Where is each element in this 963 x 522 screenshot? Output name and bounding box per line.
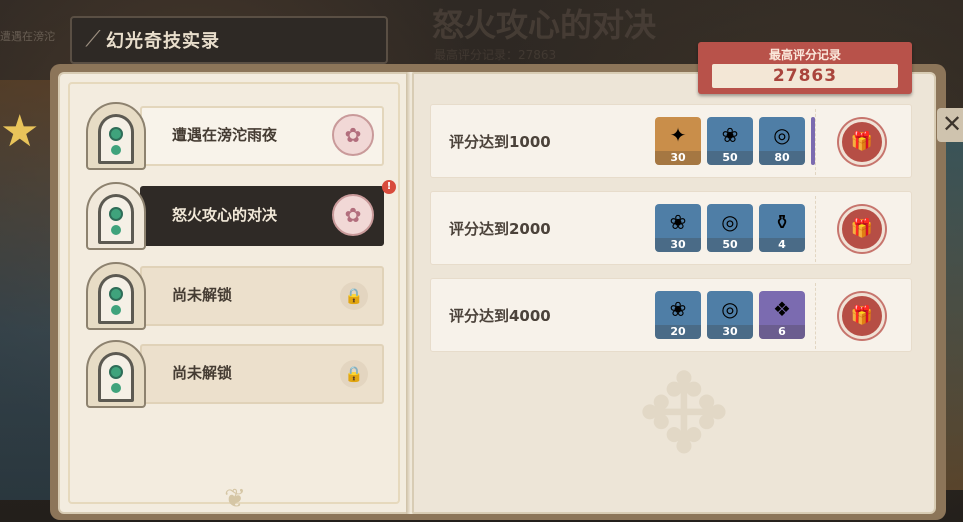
high-score-value: 27863 — [712, 64, 898, 88]
gift-claim-button[interactable]: 🎁 — [839, 119, 885, 165]
reward-item[interactable]: ⚱ 4 — [759, 204, 805, 252]
event-title: 幻光奇技实录 — [106, 31, 220, 52]
reward-row: 评分达到4000 ❀ 20 ◎ 30 ❖ 6 🎁 — [430, 278, 912, 352]
potion-icon: ⚱ — [773, 210, 791, 234]
reward-requirement: 评分达到4000 — [449, 307, 551, 325]
gate-icon — [86, 262, 146, 330]
stage-name: 尚未解锁 — [172, 364, 233, 382]
gate-icon — [86, 340, 146, 408]
flower-card-icon: ❀ — [669, 210, 687, 234]
item-count: 30 — [655, 151, 701, 165]
notification-badge: ! — [382, 180, 396, 194]
primogem-icon: ✦ — [669, 123, 687, 147]
item-count: 80 — [759, 151, 805, 165]
high-score-label: 最高评分记录 — [768, 48, 841, 62]
flower-emblem-icon: ✿ — [332, 114, 374, 156]
stage-item-selected[interactable]: 怒火攻心的对决 ✿ ! — [78, 180, 396, 250]
stage-item-locked[interactable]: 尚未解锁 🔒 — [78, 262, 388, 330]
flower-emblem-icon: ✿ — [332, 194, 374, 236]
reward-item[interactable]: ❀ 20 — [655, 291, 701, 339]
reward-row: 评分达到2000 ❀ 30 ◎ 50 ⚱ 4 🎁 — [430, 191, 912, 265]
background-title: 怒火攻心的对决 — [432, 6, 657, 44]
watermark-emblem-icon: ✥ — [637, 350, 731, 478]
reward-row: 评分达到1000 ✦ 30 ❀ 50 ◎ 80 🎁 — [430, 104, 912, 178]
row-divider — [815, 109, 816, 175]
stage-item-locked[interactable]: 尚未解锁 🔒 — [78, 340, 388, 408]
row-divider — [815, 196, 816, 262]
item-count: 30 — [707, 325, 753, 339]
stage-name: 怒火攻心的对决 — [172, 206, 278, 224]
flower-card-icon: ❀ — [669, 297, 687, 321]
crystal-icon: ❖ — [773, 297, 791, 321]
background-text-left: 遭遇在滂沱 — [0, 30, 55, 43]
film-reel-icon: ◎ — [773, 123, 791, 147]
compass-deco-icon: ⟋ — [85, 27, 101, 52]
flower-card-icon: ❀ — [721, 123, 739, 147]
item-count: 50 — [707, 151, 753, 165]
reward-requirement: 评分达到1000 — [449, 133, 551, 151]
item-count: 50 — [707, 238, 753, 252]
high-score-badge: 最高评分记录 27863 — [698, 42, 912, 94]
film-reel-icon: ◎ — [721, 297, 739, 321]
item-count: 6 — [759, 325, 805, 339]
gift-claim-button[interactable]: 🎁 — [839, 206, 885, 252]
item-count: 20 — [655, 325, 701, 339]
lock-icon: 🔒 — [340, 282, 368, 310]
background-subtitle: 最高评分记录：27863 — [434, 48, 557, 62]
gate-icon — [86, 182, 146, 250]
item-count: 4 — [759, 238, 805, 252]
reward-requirement: 评分达到2000 — [449, 220, 551, 238]
event-title-plate: ⟋ 幻光奇技实录 — [70, 16, 388, 64]
reward-item[interactable]: ◎ 30 — [707, 291, 753, 339]
reward-item[interactable]: ◎ 80 — [759, 117, 805, 165]
reward-item[interactable]: ❖ 6 — [759, 291, 805, 339]
lock-icon: 🔒 — [340, 360, 368, 388]
film-reel-icon: ◎ — [721, 210, 739, 234]
reward-item[interactable]: ❀ 30 — [655, 204, 701, 252]
page-ornament-icon: ❦ — [224, 484, 246, 514]
gift-claim-button[interactable]: 🎁 — [839, 293, 885, 339]
reward-item[interactable]: ❀ 50 — [707, 117, 753, 165]
stage-name: 尚未解锁 — [172, 286, 233, 304]
close-button[interactable]: ✕ — [937, 108, 963, 142]
reward-item[interactable]: ✦ 30 — [655, 117, 701, 165]
gate-icon — [86, 102, 146, 170]
star-decoration-icon: ★ — [0, 106, 40, 157]
item-count: 30 — [655, 238, 701, 252]
stage-name: 遭遇在滂沱雨夜 — [172, 126, 278, 144]
row-divider — [815, 283, 816, 349]
stage-item[interactable]: 遭遇在滂沱雨夜 ✿ — [78, 102, 388, 170]
reward-item[interactable]: ◎ 50 — [707, 204, 753, 252]
